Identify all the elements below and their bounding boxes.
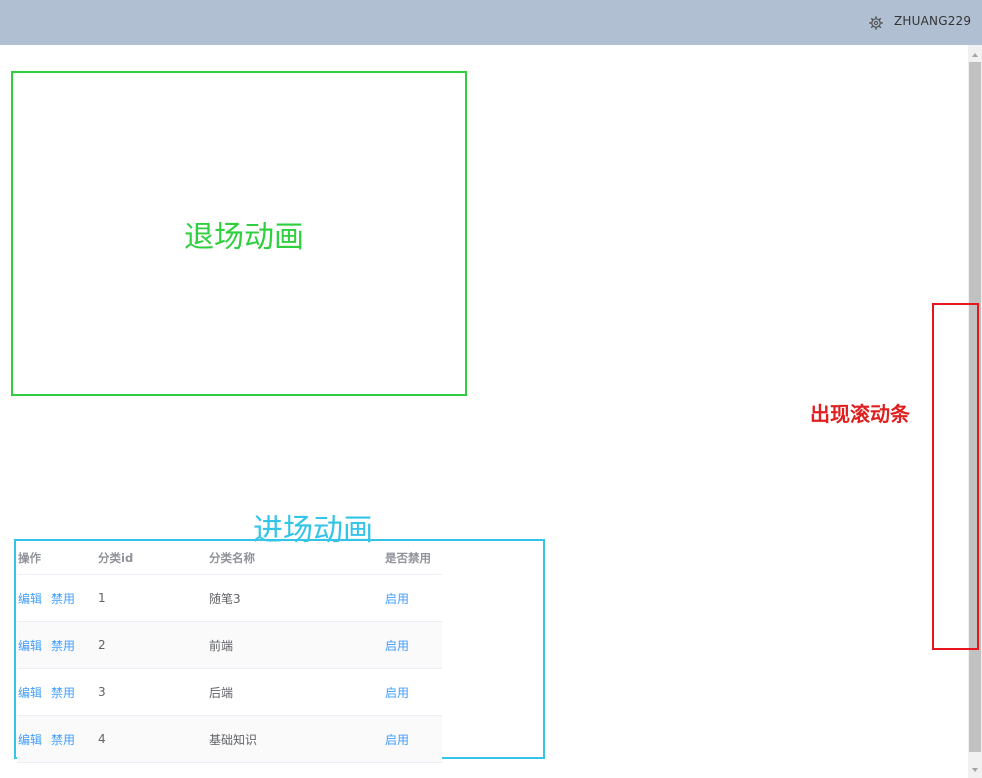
exit-animation-box: 退场动画 <box>11 71 467 396</box>
table-row: 编辑 禁用 1 随笔3 启用 <box>17 575 442 622</box>
status-link[interactable]: 启用 <box>385 669 409 715</box>
column-header-disabled[interactable]: 是否禁用 <box>385 541 431 574</box>
category-id: 4 <box>98 732 106 746</box>
category-name: 基础知识 <box>209 732 258 747</box>
scroll-up-arrow-icon[interactable] <box>968 47 982 61</box>
category-name: 后端 <box>209 685 234 700</box>
scrollbar-appears-label: 出现滚动条 <box>810 402 910 426</box>
disable-link[interactable]: 禁用 <box>51 684 75 701</box>
column-header-name[interactable]: 分类名称 <box>209 541 255 574</box>
table-row: 编辑 禁用 2 前端 启用 <box>17 622 442 669</box>
edit-link[interactable]: 编辑 <box>18 684 42 701</box>
status-link[interactable]: 启用 <box>385 575 409 621</box>
row-actions: 编辑 禁用 <box>18 575 75 621</box>
scrollbar-highlight-box <box>932 303 979 650</box>
table-row: 编辑 禁用 4 基础知识 启用 <box>17 716 442 763</box>
disable-link[interactable]: 禁用 <box>51 731 75 748</box>
exit-animation-label: 退场动画 <box>184 219 304 255</box>
disable-link[interactable]: 禁用 <box>51 590 75 607</box>
top-header: ZHUANG229 <box>0 0 982 45</box>
username-label[interactable]: ZHUANG229 <box>894 14 971 28</box>
gear-icon[interactable] <box>869 15 883 30</box>
disable-link[interactable]: 禁用 <box>51 637 75 654</box>
column-header-actions[interactable]: 操作 <box>18 541 41 574</box>
table-header: 操作 分类id 分类名称 是否禁用 <box>17 541 442 575</box>
edit-link[interactable]: 编辑 <box>18 590 42 607</box>
category-name: 前端 <box>209 638 234 653</box>
table-row: 编辑 禁用 3 后端 启用 <box>17 669 442 716</box>
scroll-down-arrow-icon[interactable] <box>968 762 982 776</box>
row-actions: 编辑 禁用 <box>18 669 75 715</box>
category-id: 1 <box>98 591 106 605</box>
row-actions: 编辑 禁用 <box>18 622 75 668</box>
category-table: 操作 分类id 分类名称 是否禁用 编辑 禁用 1 随笔3 启用 编辑 禁用 2… <box>17 541 442 763</box>
category-id: 2 <box>98 638 106 652</box>
status-link[interactable]: 启用 <box>385 716 409 762</box>
row-actions: 编辑 禁用 <box>18 716 75 762</box>
edit-link[interactable]: 编辑 <box>18 637 42 654</box>
column-header-id[interactable]: 分类id <box>98 541 133 574</box>
category-name: 随笔3 <box>209 591 241 606</box>
status-link[interactable]: 启用 <box>385 622 409 668</box>
edit-link[interactable]: 编辑 <box>18 731 42 748</box>
category-id: 3 <box>98 685 106 699</box>
